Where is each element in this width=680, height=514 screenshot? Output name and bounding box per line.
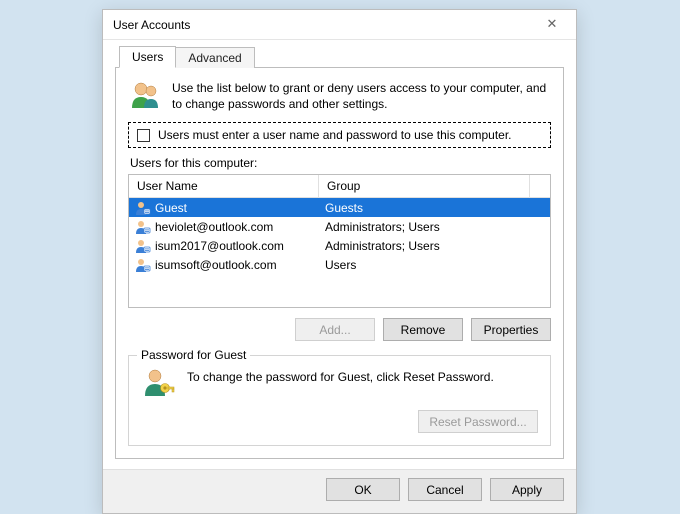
- row-username: heviolet@outlook.com: [155, 220, 273, 234]
- table-row[interactable]: heviolet@outlook.com Administrators; User…: [129, 217, 550, 236]
- password-fieldset: Password for Guest To change the passwor…: [128, 355, 551, 446]
- reset-password-button[interactable]: Reset Password...: [418, 410, 538, 433]
- user-icon: [135, 219, 151, 235]
- titlebar: User Accounts ✕: [103, 10, 576, 40]
- row-username: isum2017@outlook.com: [155, 239, 284, 253]
- tab-users[interactable]: Users: [119, 46, 176, 68]
- client-area: Users Advanced Use the list below to gra…: [103, 40, 576, 469]
- add-button[interactable]: Add...: [295, 318, 375, 341]
- require-password-label: Users must enter a user name and passwor…: [158, 128, 512, 142]
- intro-row: Use the list below to grant or deny user…: [128, 78, 551, 112]
- user-icon: [135, 257, 151, 273]
- row-group: Administrators; Users: [319, 239, 550, 253]
- require-password-checkbox[interactable]: [137, 129, 150, 142]
- column-username[interactable]: User Name: [129, 175, 319, 197]
- table-row[interactable]: isum2017@outlook.com Administrators; User…: [129, 236, 550, 255]
- users-list: User Name Group Guest Guests heviolet@outl…: [128, 174, 551, 308]
- close-icon: ✕: [547, 16, 558, 31]
- apply-button[interactable]: Apply: [490, 478, 564, 501]
- users-for-computer-label: Users for this computer:: [130, 156, 549, 170]
- remove-button[interactable]: Remove: [383, 318, 463, 341]
- table-row[interactable]: Guest Guests: [129, 198, 550, 217]
- window-title: User Accounts: [113, 18, 190, 32]
- row-username: isumsoft@outlook.com: [155, 258, 277, 272]
- row-group: Administrators; Users: [319, 220, 550, 234]
- tabstrip: Users Advanced: [119, 46, 564, 68]
- ok-button[interactable]: OK: [326, 478, 400, 501]
- row-group: Guests: [319, 201, 550, 215]
- column-group[interactable]: Group: [319, 175, 530, 197]
- close-button[interactable]: ✕: [532, 13, 572, 37]
- properties-button[interactable]: Properties: [471, 318, 551, 341]
- user-accounts-window: User Accounts ✕ Users Advanced Use the l…: [102, 9, 577, 514]
- list-header: User Name Group: [129, 175, 550, 198]
- user-key-icon: [141, 366, 175, 400]
- tab-advanced[interactable]: Advanced: [176, 47, 254, 68]
- table-row[interactable]: isumsoft@outlook.com Users: [129, 255, 550, 274]
- intro-text: Use the list below to grant or deny user…: [172, 78, 551, 112]
- user-icon: [135, 200, 151, 216]
- require-password-row[interactable]: Users must enter a user name and passwor…: [128, 122, 551, 148]
- password-row: To change the password for Guest, click …: [141, 366, 538, 400]
- list-rows: Guest Guests heviolet@outlook.com Administr…: [129, 198, 550, 274]
- password-text: To change the password for Guest, click …: [187, 366, 494, 384]
- row-group: Users: [319, 258, 550, 272]
- dialog-footer: OK Cancel Apply: [103, 469, 576, 513]
- password-legend: Password for Guest: [137, 348, 250, 362]
- list-buttons: Add... Remove Properties: [128, 318, 551, 341]
- users-icon: [128, 78, 162, 112]
- tab-body: Use the list below to grant or deny user…: [115, 67, 564, 459]
- user-icon: [135, 238, 151, 254]
- cancel-button[interactable]: Cancel: [408, 478, 482, 501]
- row-username: Guest: [155, 201, 187, 215]
- column-spacer: [530, 175, 550, 197]
